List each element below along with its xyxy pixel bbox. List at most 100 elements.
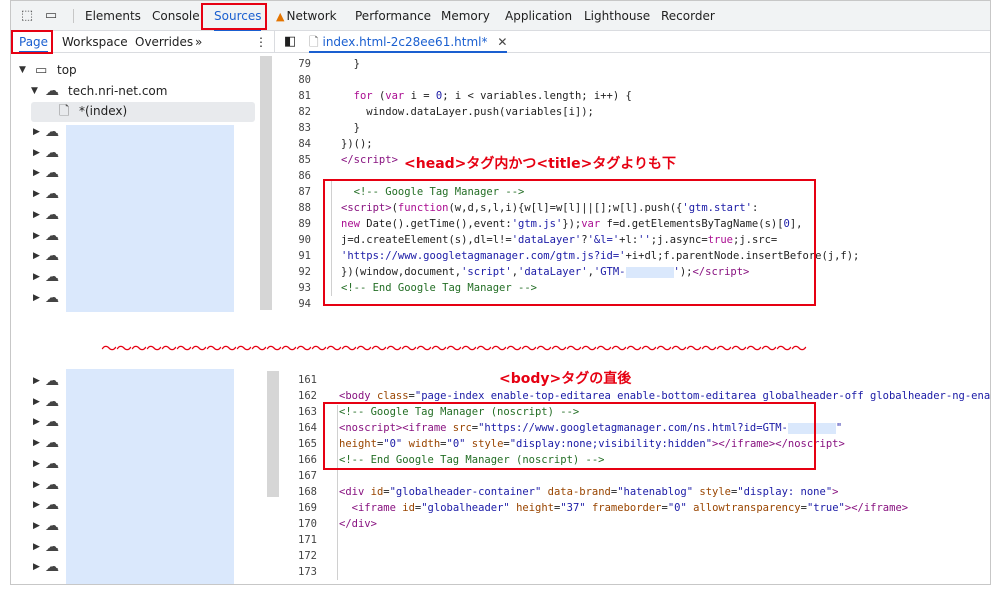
- cloud-icon: ☁: [45, 373, 59, 389]
- code-line-79: }: [341, 58, 360, 70]
- expand-arrow-icon[interactable]: ▶: [33, 537, 40, 558]
- tab-memory[interactable]: Memory: [441, 1, 490, 31]
- tab-elements[interactable]: Elements: [85, 1, 141, 31]
- tab-page[interactable]: Page: [19, 31, 49, 53]
- expand-arrow-icon[interactable]: ▶: [33, 371, 40, 392]
- cloud-icon: ☁: [45, 165, 59, 182]
- indent-guide: [337, 405, 338, 580]
- line-number[interactable]: 172: [289, 548, 317, 564]
- tab-sources[interactable]: Sources: [214, 1, 262, 31]
- expand-arrow-icon[interactable]: ▶: [33, 516, 40, 537]
- line-number[interactable]: 80: [283, 72, 311, 88]
- line-number[interactable]: 171: [289, 532, 317, 548]
- code-line-170: </div>: [339, 518, 377, 530]
- code-line-83: }: [341, 122, 360, 134]
- tab-application[interactable]: Application: [505, 1, 572, 31]
- line-number[interactable]: 84: [283, 136, 311, 152]
- tab-recorder[interactable]: Recorder: [661, 1, 715, 31]
- more-tabs-icon[interactable]: »: [195, 31, 202, 53]
- line-number[interactable]: 161: [289, 372, 317, 388]
- line-number[interactable]: 94: [283, 296, 311, 312]
- line-number[interactable]: 91: [283, 248, 311, 264]
- expand-arrow-icon[interactable]: ▶: [33, 392, 40, 413]
- expand-arrow-icon[interactable]: ▶: [33, 267, 40, 288]
- line-number[interactable]: 166: [289, 452, 317, 468]
- more-options-icon[interactable]: ⋮: [255, 31, 267, 53]
- tab-lighthouse[interactable]: Lighthouse: [584, 1, 650, 31]
- expand-arrow-icon[interactable]: ▶: [33, 205, 40, 226]
- navigator-scrollbar[interactable]: [260, 56, 272, 310]
- code-line-92: })(window,document,'script','dataLayer',…: [341, 266, 750, 278]
- line-number[interactable]: 92: [283, 264, 311, 280]
- tab-console[interactable]: Console: [152, 1, 200, 31]
- line-number[interactable]: 93: [283, 280, 311, 296]
- code-line-81: for (var i = 0; i < variables.length; i+…: [353, 90, 632, 102]
- indent-guide: [331, 181, 332, 296]
- line-number[interactable]: 162: [289, 388, 317, 404]
- code-line-164: <noscript><iframe src="https://www.googl…: [339, 422, 843, 434]
- file-tab[interactable]: 🗋 index.html-2c28ee61.html* ✕: [309, 31, 508, 53]
- line-number[interactable]: 89: [283, 216, 311, 232]
- line-number[interactable]: 173: [289, 564, 317, 580]
- line-number[interactable]: 163: [289, 404, 317, 420]
- line-number[interactable]: 168: [289, 484, 317, 500]
- close-tab-icon[interactable]: ✕: [497, 35, 507, 49]
- cloud-icon: ☁: [45, 248, 59, 265]
- line-number[interactable]: 169: [289, 500, 317, 516]
- cloud-icon: ☁: [45, 289, 59, 306]
- line-number[interactable]: 164: [289, 420, 317, 436]
- line-number[interactable]: 88: [283, 200, 311, 216]
- expand-arrow-icon[interactable]: ▶: [33, 454, 40, 475]
- expand-arrow-icon[interactable]: ▶: [33, 163, 40, 184]
- code-line-166: <!-- End Google Tag Manager (noscript) -…: [339, 454, 605, 466]
- redacted-id: [625, 266, 674, 278]
- expand-arrow-icon[interactable]: ▶: [33, 122, 40, 143]
- line-number[interactable]: 167: [289, 468, 317, 484]
- line-number[interactable]: 90: [283, 232, 311, 248]
- toggle-navigator-icon[interactable]: ◧: [284, 31, 296, 53]
- code-line-163: <!-- Google Tag Manager (noscript) -->: [339, 406, 580, 418]
- line-number[interactable]: 81: [283, 88, 311, 104]
- line-number[interactable]: 86: [283, 168, 311, 184]
- expand-arrow-icon[interactable]: ▶: [33, 226, 40, 247]
- tab-overrides[interactable]: Overrides: [135, 31, 193, 53]
- code-line-84: })();: [341, 138, 373, 150]
- tree-label-domain: tech.nri-net.com: [68, 84, 168, 98]
- expand-arrow-icon[interactable]: ▶: [33, 246, 40, 267]
- cloud-icon: ☁: [45, 144, 59, 161]
- cloud-icon: ☁: [45, 435, 59, 452]
- expand-arrow-icon[interactable]: ▶: [33, 475, 40, 496]
- cloud-icon: ☁: [45, 393, 59, 410]
- devtools-window: ⬚ ▭ Elements Console Sources ▲ Network Pe…: [10, 0, 991, 585]
- tab-performance[interactable]: Performance: [355, 1, 431, 31]
- line-number[interactable]: 170: [289, 516, 317, 532]
- redacted-id: [787, 422, 836, 434]
- expand-arrow-icon[interactable]: ▼: [31, 81, 38, 102]
- editor-scrollbar[interactable]: [267, 371, 279, 497]
- expand-arrow-icon[interactable]: ▶: [33, 143, 40, 164]
- expand-arrow-icon[interactable]: ▶: [33, 412, 40, 433]
- line-number[interactable]: 85: [283, 152, 311, 168]
- device-toggle-icon[interactable]: ▭: [43, 8, 59, 24]
- cloud-icon: ☁: [45, 186, 59, 203]
- line-number[interactable]: 165: [289, 436, 317, 452]
- code-line-85: </script>: [341, 154, 398, 166]
- line-number[interactable]: 83: [283, 120, 311, 136]
- expand-arrow-icon[interactable]: ▶: [33, 557, 40, 578]
- line-number[interactable]: 79: [283, 56, 311, 72]
- expand-arrow-icon[interactable]: ▼: [19, 60, 26, 81]
- code-line-89: new Date().getTime(),event:'gtm.js'});va…: [341, 218, 803, 230]
- line-number[interactable]: 82: [283, 104, 311, 120]
- expand-arrow-icon[interactable]: ▶: [33, 495, 40, 516]
- expand-arrow-icon[interactable]: ▶: [33, 184, 40, 205]
- expand-arrow-icon[interactable]: ▶: [33, 288, 40, 309]
- line-number[interactable]: 87: [283, 184, 311, 200]
- cloud-icon: ☁: [45, 517, 59, 534]
- inspect-icon[interactable]: ⬚: [19, 8, 35, 24]
- tab-network[interactable]: ▲ Network: [276, 1, 337, 31]
- code-line-91: 'https://www.googletagmanager.com/gtm.js…: [341, 250, 860, 262]
- expand-arrow-icon[interactable]: ▶: [33, 433, 40, 454]
- body-annotation: <body>タグの直後: [499, 371, 632, 387]
- warning-icon: ▲: [276, 10, 285, 23]
- tab-workspace[interactable]: Workspace: [62, 31, 128, 53]
